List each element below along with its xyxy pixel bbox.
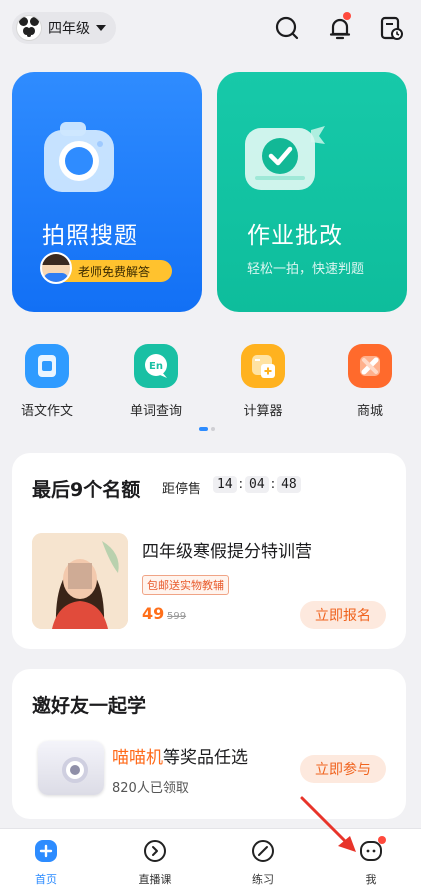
history-icon[interactable] <box>377 14 405 42</box>
grade-selector[interactable]: 四年级 <box>12 12 116 44</box>
notification-bell-icon[interactable] <box>326 12 354 42</box>
tab-label: 我 <box>365 873 377 886</box>
photo-search-title: 拍照搜题 <box>42 223 138 249</box>
tool-label: 计算器 <box>243 404 283 419</box>
notification-dot <box>343 12 351 20</box>
tab-home[interactable]: 首页 <box>11 839 81 887</box>
camera-icon <box>44 122 114 192</box>
tool-label: 语文作文 <box>20 404 73 419</box>
claimed-count: 820人已领取 <box>112 781 189 796</box>
countdown-separator: : <box>238 477 244 492</box>
countdown-label: 距停售 <box>162 482 202 497</box>
homework-check-card[interactable]: 作业批改 轻松一拍，快速判题 <box>217 72 407 312</box>
original-price: 599 <box>167 611 187 622</box>
profile-notification-dot <box>378 836 386 844</box>
course-cover-image[interactable] <box>32 533 128 629</box>
tab-label: 练习 <box>252 873 274 886</box>
tool-label: 单词查询 <box>129 404 182 419</box>
tool-composition[interactable]: 语文作文 <box>7 344 87 419</box>
promo-title: 最后9个名额 <box>32 479 141 501</box>
live-class-icon <box>143 839 167 863</box>
annotation-arrow-icon <box>300 796 356 852</box>
tab-practice[interactable]: 练习 <box>228 839 298 887</box>
tool-calculator[interactable]: 计算器 <box>223 344 303 419</box>
tool-word-lookup[interactable]: En 单词查询 <box>116 344 196 419</box>
tool-label: 商城 <box>356 404 383 419</box>
prize-highlight: 喵喵机 <box>112 748 163 768</box>
countdown-minutes: 04 <box>245 476 269 493</box>
enroll-button[interactable]: 立即报名 <box>300 601 386 629</box>
countdown-hours: 14 <box>213 476 237 493</box>
course-name[interactable]: 四年级寒假提分特训营 <box>142 537 312 562</box>
homework-check-subtitle: 轻松一拍，快速判题 <box>247 262 365 277</box>
page-dot <box>211 427 215 431</box>
page-indicator <box>199 427 215 431</box>
tab-label: 直播课 <box>138 873 172 886</box>
store-icon <box>348 344 392 388</box>
join-button[interactable]: 立即参与 <box>300 755 386 783</box>
teacher-avatar <box>40 252 72 284</box>
photo-search-card[interactable]: 拍照搜题 老师免费解答 <box>12 72 202 312</box>
tab-label: 首页 <box>35 873 57 886</box>
free-answer-badge[interactable]: 老师免费解答 <box>40 252 172 284</box>
free-answer-label: 老师免费解答 <box>78 264 151 279</box>
tab-live-class[interactable]: 直播课 <box>120 839 190 887</box>
panda-avatar-icon <box>16 15 42 41</box>
page-dot-active <box>199 427 208 431</box>
home-icon <box>34 839 58 863</box>
tool-store[interactable]: 商城 <box>330 344 410 419</box>
prize-text: 等奖品任选 <box>163 748 248 768</box>
price: 49 <box>142 604 165 623</box>
prize-line: 喵喵机等奖品任选 <box>112 743 248 768</box>
countdown-seconds: 48 <box>277 476 301 493</box>
countdown-timer: 14 : 04 : 48 <box>213 476 301 493</box>
invite-title: 邀好友一起学 <box>32 695 147 717</box>
word-lookup-icon: En <box>134 344 178 388</box>
check-document-icon <box>245 126 325 190</box>
free-shipping-tag: 包邮送实物教辅 <box>142 575 229 595</box>
grade-label: 四年级 <box>48 21 90 37</box>
calculator-icon <box>241 344 285 388</box>
homework-check-title: 作业批改 <box>247 223 343 249</box>
countdown-separator: : <box>270 477 276 492</box>
practice-icon <box>251 839 275 863</box>
chevron-down-icon <box>96 25 106 31</box>
mini-printer-image <box>38 741 104 795</box>
svg-text:En: En <box>149 361 163 372</box>
top-bar: 四年级 <box>0 12 421 46</box>
search-icon[interactable] <box>273 14 301 42</box>
promo-card: 最后9个名额 距停售 14 : 04 : 48 四年级寒假提分特训营 包邮送实物… <box>12 453 406 649</box>
composition-icon <box>25 344 69 388</box>
